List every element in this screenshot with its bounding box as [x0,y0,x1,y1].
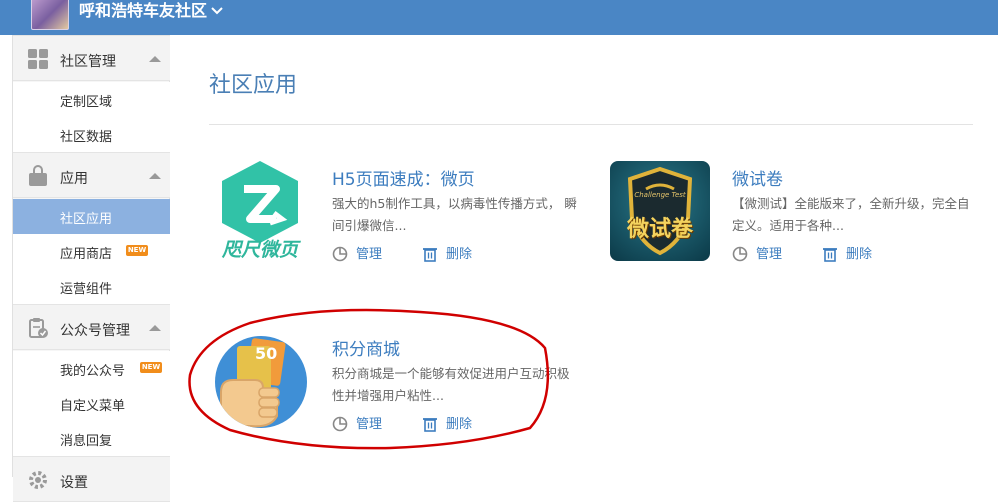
collapse-arrow-icon[interactable] [149,325,161,331]
page-title: 社区应用 [209,73,298,98]
manage-button[interactable]: 管理 [332,243,382,262]
pie-chart-icon [732,246,748,262]
main-content: 社区应用 咫尺微页 H5页面速成：微页 强大的h5制作工具，以病毒性传播方式， … [170,35,998,477]
sidebar-item-message-reply[interactable]: 消息回复 [13,421,170,456]
collapse-arrow-icon[interactable] [149,173,161,179]
sidebar-section-settings[interactable]: 设置 [13,456,170,502]
sidebar-section-label: 公众号管理 [60,323,130,339]
manage-button[interactable]: 管理 [732,243,782,262]
community-name[interactable]: 呼和浩特车友社区 [79,1,207,21]
collapse-arrow-icon[interactable] [149,56,161,62]
sidebar-item-app-store[interactable]: 应用商店 NEW [13,234,170,269]
wei-shijuan-logo-text: 微试卷 [626,217,693,242]
sidebar-item-label: 运营组件 [60,282,113,297]
sidebar-item-label: 应用商店 [60,247,113,262]
sidebar-section-label: 设置 [60,475,88,491]
sidebar-item-custom-menu[interactable]: 自定义菜单 [13,386,170,421]
sidebar-item-custom-area[interactable]: 定制区域 [13,82,170,117]
app-card-wei-shijuan: Challenge Test 微试卷 微试卷 【微测试】全能版来了，全新升级，完… [610,161,990,281]
grid-icon [27,48,49,70]
sidebar-item-label: 我的公众号 [60,364,126,379]
clipboard-check-icon [27,317,49,339]
top-bar: 呼和浩特车友社区 [0,0,998,35]
sidebar-item-label: 消息回复 [60,434,113,449]
app-description: 强大的h5制作工具，以病毒性传播方式， 瞬间引爆微信... [332,196,577,233]
new-badge: NEW [140,362,162,373]
delete-button[interactable]: 删除 [422,413,472,432]
weiye-logo-text: 咫尺微页 [221,239,298,261]
chevron-down-icon[interactable] [210,3,224,22]
divider [209,124,973,125]
sidebar-section-community[interactable]: 社区管理 [13,35,170,81]
weiye-logo[interactable]: 咫尺微页 [210,161,310,261]
wei-shijuan-logo-subtext: Challenge Test [634,191,686,199]
app-description: 【微测试】全能版来了，全新升级，完全自定义。适用于各种... [732,196,970,233]
trash-icon [423,248,437,262]
sidebar-item-ops-components[interactable]: 运营组件 [13,269,170,304]
wei-shijuan-logo[interactable]: Challenge Test 微试卷 [610,161,710,261]
sidebar-item-community-apps[interactable]: 社区应用 [13,199,170,234]
sidebar-item-community-data[interactable]: 社区数据 [13,117,170,152]
bag-icon [27,165,49,187]
community-avatar[interactable] [31,0,69,30]
manage-button[interactable]: 管理 [332,413,382,432]
trash-icon [423,418,437,432]
sidebar-section-official-account[interactable]: 公众号管理 [13,304,170,350]
sidebar-item-label: 自定义菜单 [60,399,126,414]
points-mall-logo[interactable]: 50 [215,336,307,428]
sidebar: 社区管理 定制区域 社区数据 应用 社区应用 应用商店 NEW 运营组件 公众号… [12,35,170,502]
pie-chart-icon [332,246,348,262]
app-name[interactable]: H5页面速成：微页 [332,165,475,190]
app-name[interactable]: 微试卷 [732,165,783,190]
app-description: 积分商城是一个能够有效促进用户互动积极性并增强用户粘性... [332,366,570,403]
points-mall-logo-text: 50 [255,344,278,363]
sidebar-section-apps[interactable]: 应用 [13,152,170,198]
sidebar-item-label: 社区数据 [60,130,113,145]
gear-icon [27,469,49,491]
app-card-weiye: 咫尺微页 H5页面速成：微页 强大的h5制作工具，以病毒性传播方式， 瞬间引爆微… [210,161,590,281]
sidebar-item-label: 社区应用 [60,212,113,227]
sidebar-section-label: 社区管理 [60,54,116,70]
app-card-points-mall: 50 积分商城 积分商城是一个能够有效促进用户互动积极性并增强用户粘性... 管… [210,331,590,451]
sidebar-item-my-official-account[interactable]: 我的公众号 NEW [13,351,170,386]
pie-chart-icon [332,416,348,432]
sidebar-section-label: 应用 [60,171,88,187]
delete-button[interactable]: 删除 [422,243,472,262]
delete-button[interactable]: 删除 [822,243,872,262]
trash-icon [823,248,837,262]
sidebar-item-label: 定制区域 [60,95,113,110]
new-badge: NEW [126,245,148,256]
app-name[interactable]: 积分商城 [332,335,400,360]
